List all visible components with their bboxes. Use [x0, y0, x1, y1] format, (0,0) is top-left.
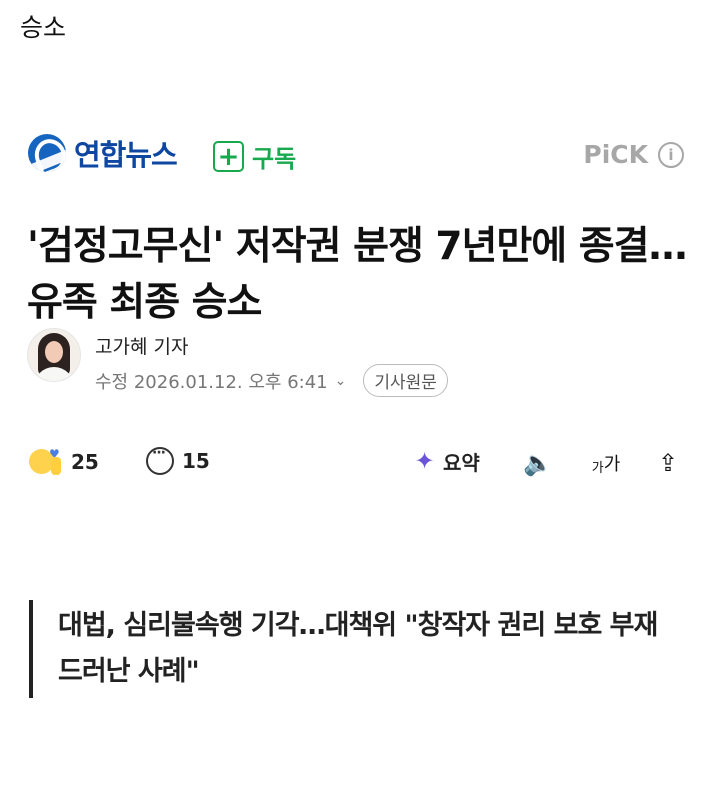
- speaker-icon: 🔈: [523, 449, 553, 477]
- press-header: 연합뉴스 + 구독 PiCK i: [28, 132, 688, 180]
- comment-count: 15: [182, 449, 210, 473]
- share-button[interactable]: ⇪: [651, 447, 685, 479]
- reaction-emoji-icon: ♥: [29, 447, 61, 477]
- summary-label: 요약: [443, 451, 480, 475]
- listen-button[interactable]: 🔈: [522, 447, 554, 479]
- press-name: 연합뉴스: [74, 138, 178, 172]
- font-size-button[interactable]: 가 가: [585, 447, 627, 479]
- font-small-label: 가: [591, 460, 604, 476]
- comment-button[interactable]: 15: [146, 445, 210, 475]
- author-avatar[interactable]: [27, 328, 81, 382]
- pick-label: PiCK: [583, 140, 648, 169]
- summary-button[interactable]: ✦ 요약: [413, 447, 480, 476]
- subscribe-label: 구독: [252, 145, 297, 173]
- info-icon[interactable]: i: [658, 141, 684, 168]
- page-title: 승소: [20, 13, 67, 42]
- pick-info[interactable]: PiCK i: [583, 140, 684, 169]
- yonhap-logo-icon: [28, 134, 66, 172]
- quote-text: 대법, 심리불속행 기각…대책위 "창작자 권리 보호 부재 드러난 사례": [58, 610, 658, 687]
- comment-icon: [146, 445, 174, 475]
- share-icon: ⇪: [657, 449, 679, 477]
- plus-icon: +: [213, 141, 244, 172]
- article-headline: '검정고무신' 저작권 분쟁 7년만에 종결…유족 최종 승소: [27, 224, 688, 326]
- author-name[interactable]: 고가혜 기자: [95, 332, 188, 359]
- article-subheading-quote: 대법, 심리불속행 기각…대책위 "창작자 권리 보호 부재 드러난 사례": [29, 600, 673, 698]
- author-section: 고가혜 기자 수정 2026.01.12. 오후 6:41 ⌄ 기사원문: [27, 328, 677, 397]
- reaction-count: 25: [71, 450, 99, 474]
- article-meta: 수정 2026.01.12. 오후 6:41 ⌄ 기사원문: [95, 364, 448, 397]
- original-article-button[interactable]: 기사원문: [363, 364, 448, 397]
- article-timestamp: 2026.01.12. 오후 6:41: [133, 371, 328, 393]
- edited-label: 수정: [95, 371, 129, 393]
- press-logo[interactable]: 연합뉴스: [28, 132, 178, 174]
- subscribe-button[interactable]: + 구독: [213, 139, 296, 174]
- font-large-label: 가: [603, 454, 621, 475]
- reaction-button[interactable]: ♥ 25: [29, 447, 99, 477]
- chevron-down-icon[interactable]: ⌄: [335, 373, 347, 389]
- avatar-face: [45, 341, 63, 363]
- article-toolbar: ♥ 25 15 ✦ 요약 🔈 가 가 ⇪: [29, 445, 689, 481]
- sparkle-icon: ✦: [414, 447, 435, 475]
